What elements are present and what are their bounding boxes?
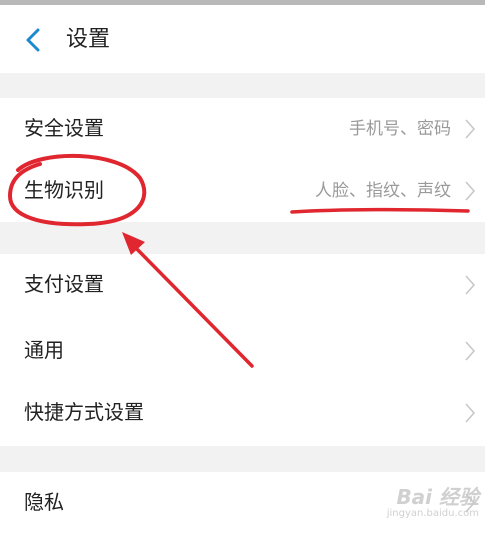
settings-item-payment[interactable]: 支付设置 — [0, 254, 485, 316]
settings-item-label: 隐私 — [24, 490, 64, 514]
settings-item-label: 快捷方式设置 — [24, 400, 144, 424]
settings-item-general[interactable]: 通用 — [0, 320, 485, 382]
settings-item-label: 通用 — [24, 338, 64, 362]
settings-item-shortcuts[interactable]: 快捷方式设置 — [0, 382, 485, 444]
settings-item-biometrics[interactable]: 生物识别 人脸、指纹、声纹 — [0, 160, 485, 222]
settings-item-value: 手机号、密码 — [349, 119, 451, 139]
section-divider — [0, 73, 485, 98]
chevron-right-icon — [465, 119, 476, 139]
settings-item-label: 支付设置 — [24, 272, 104, 296]
settings-item-value: 人脸、指纹、声纹 — [315, 181, 451, 201]
watermark-logo: Bai 经验 — [396, 485, 479, 509]
chevron-right-icon — [465, 403, 476, 423]
watermark-url: jingyan.baidu.com — [386, 508, 479, 519]
section-divider — [0, 446, 485, 472]
section-divider — [0, 222, 485, 254]
settings-item-label: 安全设置 — [24, 116, 104, 140]
header-bar: 设置 — [0, 5, 485, 73]
settings-item-security[interactable]: 安全设置 手机号、密码 — [0, 98, 485, 160]
watermark: Bai 经验 jingyan.baidu.com — [387, 486, 479, 520]
chevron-right-icon — [465, 275, 476, 295]
settings-item-label: 生物识别 — [24, 178, 104, 202]
page-title: 设置 — [66, 27, 111, 52]
chevron-right-icon — [465, 181, 476, 201]
chevron-left-icon[interactable] — [22, 27, 44, 53]
chevron-right-icon — [465, 341, 476, 361]
